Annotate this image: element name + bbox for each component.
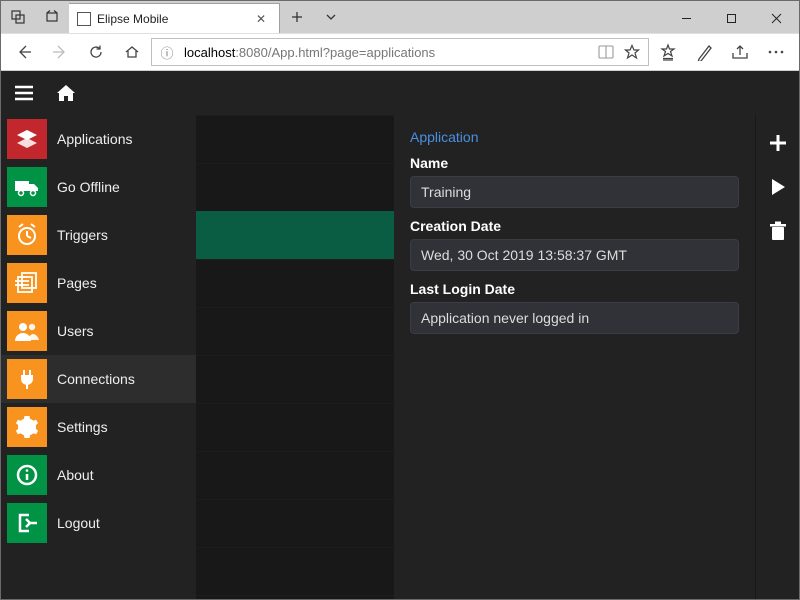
sidebar-item-label: Pages xyxy=(57,275,97,291)
tab-strip: Elipse Mobile ✕ xyxy=(1,1,799,33)
delete-button[interactable] xyxy=(758,211,798,251)
maximize-button[interactable] xyxy=(709,3,754,33)
run-button[interactable] xyxy=(758,167,798,207)
last-login-field: Application never logged in xyxy=(410,302,739,334)
site-info-icon[interactable]: ⓘ xyxy=(158,43,176,62)
gear-icon xyxy=(7,407,47,447)
show-tabs-icon[interactable] xyxy=(35,1,69,33)
sidebar-item-label: About xyxy=(57,467,94,483)
last-login-label: Last Login Date xyxy=(410,281,739,297)
sidebar-item-label: Users xyxy=(57,323,94,339)
logout-icon xyxy=(7,503,47,543)
sidebar-item-go-offline[interactable]: Go Offline xyxy=(1,163,196,211)
notes-icon[interactable] xyxy=(687,35,721,69)
detail-pane: Application Name Training Creation Date … xyxy=(394,115,755,599)
close-tab-icon[interactable]: ✕ xyxy=(253,12,269,26)
home-button[interactable] xyxy=(115,35,149,69)
share-icon[interactable] xyxy=(723,35,757,69)
name-label: Name xyxy=(410,155,739,171)
application-row-selected[interactable] xyxy=(196,211,394,259)
refresh-button[interactable] xyxy=(79,35,113,69)
forward-button[interactable] xyxy=(43,35,77,69)
users-icon xyxy=(7,311,47,351)
sidebar-item-label: Applications xyxy=(57,131,133,147)
reading-view-icon[interactable] xyxy=(598,45,616,59)
creation-date-field: Wed, 30 Oct 2019 13:58:37 GMT xyxy=(410,239,739,271)
list-background xyxy=(196,115,394,599)
sidebar-item-logout[interactable]: Logout xyxy=(1,499,196,547)
minimize-button[interactable] xyxy=(664,3,709,33)
sidebar-item-about[interactable]: About xyxy=(1,451,196,499)
browser-window: Elipse Mobile ✕ xyxy=(0,0,800,600)
tab-actions-icon[interactable] xyxy=(314,1,348,33)
menu-icon[interactable] xyxy=(9,78,39,108)
sidebar-item-connections[interactable]: Connections xyxy=(1,355,196,403)
tabs-aside-icon[interactable] xyxy=(1,1,35,33)
creation-date-label: Creation Date xyxy=(410,218,739,234)
sidebar-item-users[interactable]: Users xyxy=(1,307,196,355)
more-icon[interactable] xyxy=(759,35,793,69)
tab-title: Elipse Mobile xyxy=(97,12,247,26)
sidebar-item-applications[interactable]: Applications xyxy=(1,115,196,163)
new-tab-button[interactable] xyxy=(280,1,314,33)
close-window-button[interactable] xyxy=(754,3,799,33)
applications-list xyxy=(196,115,394,599)
app-viewport: Applications Go Offline Triggers Pages Users… xyxy=(1,71,799,599)
sidebar-item-label: Logout xyxy=(57,515,100,531)
url-box[interactable]: ⓘ localhost:8080/App.html?page=applicati… xyxy=(151,38,649,66)
name-field[interactable]: Training xyxy=(410,176,739,208)
back-button[interactable] xyxy=(7,35,41,69)
clock-icon xyxy=(7,215,47,255)
sidebar-item-label: Triggers xyxy=(57,227,108,243)
url-text: localhost:8080/App.html?page=application… xyxy=(184,45,435,60)
sidebar-item-label: Go Offline xyxy=(57,179,120,195)
add-button[interactable] xyxy=(758,123,798,163)
pages-icon xyxy=(7,263,47,303)
sidebar-item-label: Connections xyxy=(57,371,135,387)
truck-icon xyxy=(7,167,47,207)
browser-tab[interactable]: Elipse Mobile ✕ xyxy=(69,3,280,33)
sidebar-item-pages[interactable]: Pages xyxy=(1,259,196,307)
sidebar: Applications Go Offline Triggers Pages Users… xyxy=(1,115,196,599)
home-icon[interactable] xyxy=(51,78,81,108)
sidebar-item-label: Settings xyxy=(57,419,108,435)
plug-icon xyxy=(7,359,47,399)
page-icon xyxy=(77,12,91,26)
action-rail xyxy=(755,115,799,599)
sidebar-item-triggers[interactable]: Triggers xyxy=(1,211,196,259)
layers-icon xyxy=(7,119,47,159)
info-icon xyxy=(7,455,47,495)
section-title: Application xyxy=(410,129,739,145)
app-topbar xyxy=(1,71,799,115)
address-bar: ⓘ localhost:8080/App.html?page=applicati… xyxy=(1,33,799,71)
sidebar-item-settings[interactable]: Settings xyxy=(1,403,196,451)
favorites-list-icon[interactable] xyxy=(651,35,685,69)
favorite-icon[interactable] xyxy=(624,44,642,60)
